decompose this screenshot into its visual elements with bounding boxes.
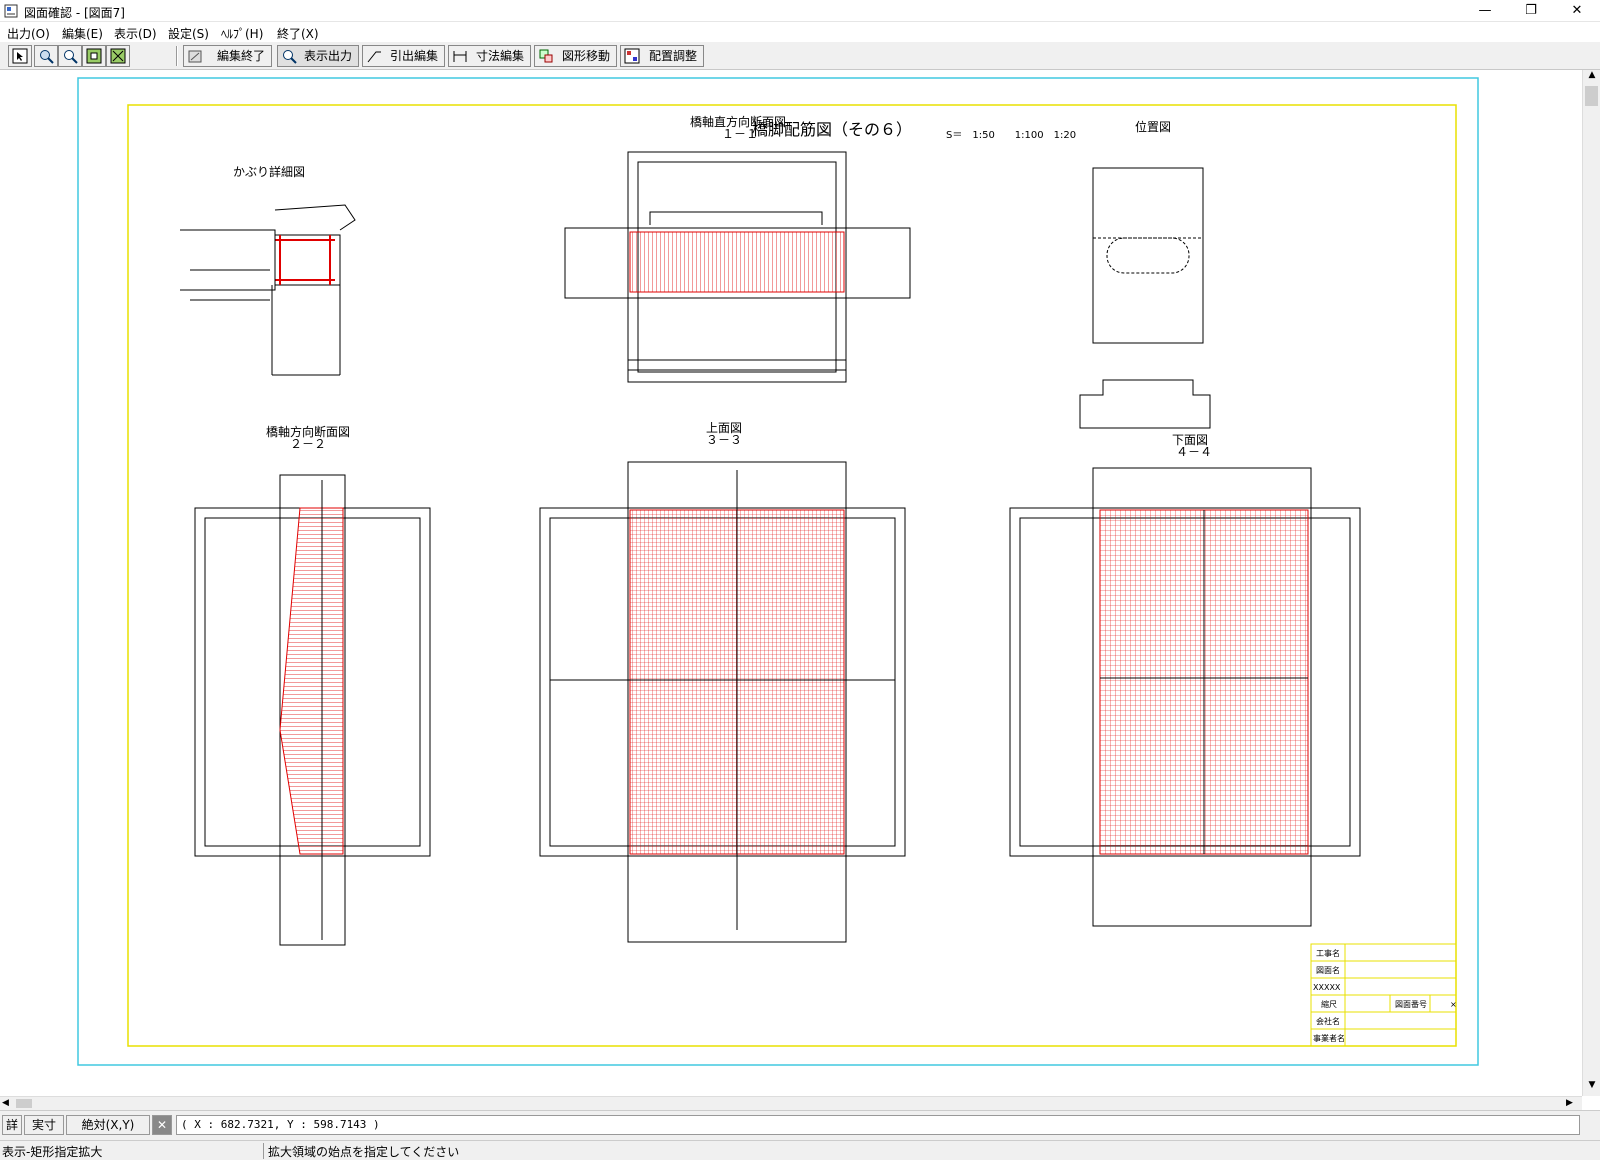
vertical-scrollbar[interactable]: ▲ ▼ — [1582, 70, 1600, 1096]
layout-icon — [624, 48, 640, 64]
absolute-coords-button[interactable]: 絶対(X,Y) — [66, 1115, 150, 1135]
minimize-button[interactable]: — — [1462, 0, 1508, 22]
move-icon — [539, 49, 553, 63]
top-view — [539, 461, 906, 943]
zoom-in-icon — [64, 50, 78, 64]
tb-company-label: 会社名 — [1316, 1016, 1340, 1026]
drawing-scale: S＝ 1:50 1:100 1:20 — [946, 130, 1076, 141]
menu-edit[interactable]: 編集(E) — [62, 25, 103, 42]
title-block: 工事名 図面名 XXXXX 縮尺 図面番号 × 会社名 事業者名 — [1310, 943, 1457, 1047]
toolbar: 編集終了 表示出力 引出編集 寸法編集 図形移動 配置調整 — [0, 42, 1600, 70]
cover-detail-view — [180, 204, 356, 376]
horizontal-scroll-thumb[interactable] — [16, 1099, 32, 1108]
magnifier-icon — [283, 50, 297, 64]
menu-view[interactable]: 表示(D) — [114, 25, 157, 42]
horizontal-scrollbar[interactable]: ◀ ▶ — [0, 1096, 1582, 1110]
dimension-edit-button[interactable]: 寸法編集 — [448, 45, 531, 67]
tb-scale-label: 縮尺 — [1321, 999, 1337, 1009]
close-button[interactable]: ✕ — [1554, 0, 1600, 22]
leader-icon — [367, 51, 381, 63]
drawing-svg: 橋脚配筋図（その６） S＝ 1:50 1:100 1:20 かぶり詳細図 橋軸直… — [77, 77, 1479, 1066]
menu-bar: 出力(O) 編集(E) 表示(D) 設定(S) ﾍﾙﾌﾟ(H) 終了(X) — [0, 22, 1600, 42]
detail-button[interactable]: 詳 — [2, 1115, 22, 1135]
zoom-all-button[interactable] — [106, 45, 130, 67]
select-icon — [12, 48, 28, 64]
menu-help[interactable]: ﾍﾙﾌﾟ(H) — [221, 25, 263, 42]
display-output-button[interactable]: 表示出力 — [277, 45, 359, 67]
bottom-view — [1009, 467, 1361, 927]
shape-move-button[interactable]: 図形移動 — [534, 45, 617, 67]
clear-icon[interactable]: ✕ — [152, 1115, 172, 1135]
layout-adjust-label: 配置調整 — [648, 49, 697, 63]
leader-edit-label: 引出編集 — [389, 49, 438, 63]
window-title: 図面確認 - [図面7] — [24, 6, 125, 20]
edit-end-label: 編集終了 — [216, 49, 265, 63]
edit-end-icon — [188, 50, 202, 63]
section22-view — [194, 474, 431, 946]
zoom-rect-icon — [40, 50, 54, 64]
coordinate-readout: ( X : 682.7321, Y : 598.7143 ) — [176, 1115, 1580, 1135]
status-bar: 詳 実寸 絶対(X,Y) ✕ ( X : 682.7321, Y : 598.7… — [0, 1110, 1600, 1140]
zoom-rect-button[interactable] — [34, 45, 58, 67]
actual-size-button[interactable]: 実寸 — [24, 1115, 64, 1135]
menu-output[interactable]: 出力(O) — [7, 25, 50, 42]
menu-exit[interactable]: 終了(X) — [277, 25, 319, 42]
top-view-label: ３－３ — [706, 433, 742, 447]
tb-project-label: 工事名 — [1316, 948, 1340, 958]
tb-mark: × — [1450, 1000, 1457, 1009]
cover-detail-title: かぶり詳細図 — [233, 164, 305, 179]
zoom-fit-icon — [86, 48, 102, 64]
zoom-in-button[interactable] — [58, 45, 82, 67]
layout-adjust-button[interactable]: 配置調整 — [620, 45, 704, 67]
mode-message: 表示-矩形指定拡大 — [2, 1143, 264, 1159]
section11-label: １－１ — [722, 127, 758, 141]
tb-office-label: 事業者名 — [1313, 1033, 1345, 1043]
shape-move-label: 図形移動 — [561, 49, 610, 63]
scroll-up-icon[interactable]: ▲ — [1584, 70, 1600, 86]
title-bar: 図面確認 - [図面7] — ❐ ✕ — [0, 0, 1600, 22]
section11-view — [564, 151, 911, 383]
tb-drawing-name-label: 図面名 — [1316, 965, 1340, 975]
edit-end-button[interactable]: 編集終了 — [183, 45, 272, 67]
zoom-all-icon — [110, 48, 126, 64]
tb-xxxxx-label: XXXXX — [1313, 983, 1341, 992]
dimension-icon — [453, 51, 467, 62]
prompt-message: 拡大領域の始点を指定してください — [268, 1145, 460, 1159]
leader-edit-button[interactable]: 引出編集 — [362, 45, 445, 67]
scroll-down-icon[interactable]: ▼ — [1584, 1080, 1600, 1096]
select-tool-button[interactable] — [8, 45, 32, 67]
tb-drawing-no-label: 図面番号 — [1395, 999, 1427, 1009]
scroll-left-icon[interactable]: ◀ — [2, 1097, 16, 1110]
menu-settings[interactable]: 設定(S) — [168, 25, 209, 42]
app-icon — [4, 4, 18, 18]
dimension-edit-label: 寸法編集 — [475, 49, 524, 63]
scroll-right-icon[interactable]: ▶ — [1566, 1097, 1580, 1110]
location-title: 位置図 — [1135, 119, 1171, 134]
vertical-scroll-thumb[interactable] — [1585, 86, 1598, 106]
location-view — [1079, 167, 1211, 429]
toolbar-separator — [176, 46, 178, 66]
zoom-fit-button[interactable] — [82, 45, 106, 67]
display-output-label: 表示出力 — [303, 49, 352, 63]
bottom-view-label: ４－４ — [1176, 445, 1212, 459]
restore-button[interactable]: ❐ — [1508, 0, 1554, 22]
drawing-canvas[interactable]: 橋脚配筋図（その６） S＝ 1:50 1:100 1:20 かぶり詳細図 橋軸直… — [0, 70, 1582, 1096]
message-bar: 表示-矩形指定拡大 拡大領域の始点を指定してください — [0, 1140, 1600, 1160]
section22-label: ２－２ — [290, 437, 326, 451]
